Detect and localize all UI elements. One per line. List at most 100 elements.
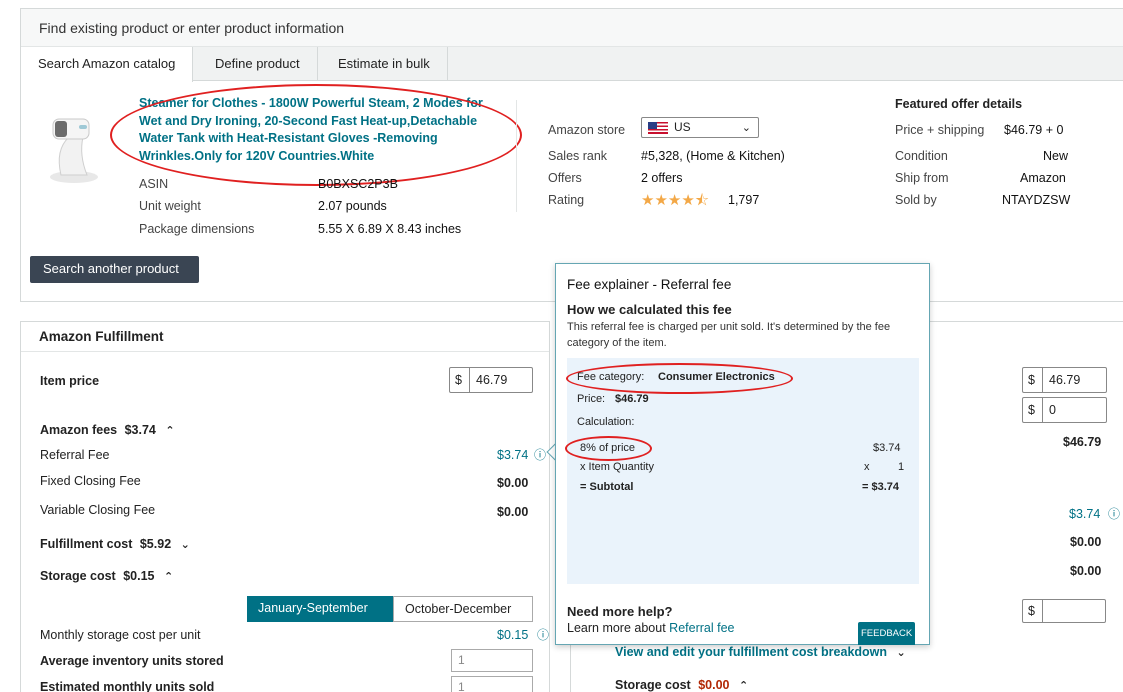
condition-label: Condition [895, 149, 948, 163]
right-shipping-input[interactable]: $ 0 [1022, 397, 1107, 423]
avg-inventory-input[interactable]: 1 [451, 649, 533, 672]
unit-weight-value: 2.07 pounds [318, 199, 387, 213]
est-monthly-units-input[interactable]: 1 [451, 676, 533, 692]
sales-rank-label: Sales rank [548, 149, 608, 163]
currency-prefix: $ [1023, 398, 1043, 422]
product-title-link[interactable]: Steamer for Clothes - 1800W Powerful Ste… [139, 95, 484, 165]
price-value: $46.79 [615, 393, 649, 405]
est-monthly-units-label: Estimated monthly units sold [40, 680, 215, 692]
right-price-input[interactable]: $ 46.79 [1022, 367, 1107, 393]
store-select[interactable]: US ⌄ [641, 117, 759, 138]
right-referral-value: $3.74 [1069, 507, 1101, 521]
package-dims-label: Package dimensions [139, 222, 255, 236]
featured-offer-heading: Featured offer details [895, 97, 1023, 111]
right-cost-input[interactable]: $ [1022, 599, 1106, 623]
monthly-storage-value: $0.15 [497, 628, 529, 642]
tab-bar: Search Amazon catalog Define product Est… [21, 47, 1123, 82]
tab-estimate-bulk[interactable]: Estimate in bulk [321, 47, 448, 81]
divider [516, 100, 517, 212]
variable-closing-fee-label: Variable Closing Fee [40, 503, 156, 517]
rating-count: 1,797 [728, 193, 760, 207]
right-shipping-value: 0 [1049, 403, 1056, 417]
fixed-closing-fee-value: $0.00 [497, 476, 529, 490]
amazon-fees-label[interactable]: Amazon fees $3.74 ⌃ [40, 423, 175, 437]
info-icon[interactable]: ⓘ [534, 446, 546, 463]
feedback-button[interactable]: FEEDBACK [858, 622, 915, 645]
star-half-icon: ⯪ [694, 192, 710, 209]
calculation-label: Calculation: [577, 416, 635, 428]
price-shipping-label: Price + shipping [895, 123, 985, 137]
amazon-store-label: Amazon store [548, 123, 626, 137]
ship-from-value: Amazon [1020, 171, 1066, 185]
popover-subtitle: How we calculated this fee [567, 302, 732, 317]
help-title: Need more help? [567, 604, 673, 619]
referral-fee-help-link[interactable]: Referral fee [669, 621, 734, 635]
subtotal-label: = Subtotal [580, 481, 634, 493]
sold-by-label: Sold by [895, 193, 937, 207]
currency-prefix: $ [450, 368, 470, 392]
right-fixed-value: $0.00 [1070, 535, 1102, 549]
storage-cost-value: $0.15 [123, 569, 155, 583]
right-price-value: 46.79 [1049, 373, 1081, 387]
amazon-fees-text: Amazon fees [40, 423, 118, 437]
fixed-closing-fee-label: Fixed Closing Fee [40, 474, 141, 488]
popover-description: This referral fee is charged per unit so… [567, 321, 891, 349]
unit-weight-label: Unit weight [139, 199, 201, 213]
item-price-label: Item price [40, 374, 100, 388]
fulfillment-heading: Amazon Fulfillment [21, 322, 549, 352]
storage-cost-toggle[interactable]: Storage cost $0.15 ⌃ [40, 569, 173, 583]
sold-by-value: NTAYDZSW [1002, 193, 1071, 207]
star-icon: ★ [667, 192, 682, 209]
popover-title: Fee explainer - Referral fee [567, 277, 732, 292]
currency-prefix: $ [1023, 368, 1043, 392]
condition-value: New [1043, 149, 1069, 163]
chevron-up-icon: ⌃ [738, 680, 749, 692]
view-edit-breakdown-link[interactable]: View and edit your fulfillment cost brea… [615, 645, 906, 659]
star-icon: ★ [681, 192, 695, 209]
right-storage-label: Storage cost [615, 678, 691, 692]
panel-title: Find existing product or enter product i… [21, 9, 1123, 47]
right-variable-value: $0.00 [1070, 564, 1102, 578]
season-jan-sep-button[interactable]: January-September [247, 596, 393, 622]
star-icon: ★ [654, 192, 668, 209]
info-icon[interactable]: ⓘ [1108, 505, 1120, 522]
chevron-down-icon: ⌄ [896, 647, 906, 659]
sales-rank-value: #5,328, (Home & Kitchen) [641, 149, 785, 163]
item-price-input[interactable]: $ 46.79 [449, 367, 533, 393]
chevron-down-icon: ⌄ [180, 539, 190, 551]
referral-fee-value: $3.74 [497, 448, 529, 462]
chevron-up-icon: ⌃ [165, 425, 175, 437]
fulfillment-cost-toggle[interactable]: Fulfillment cost $5.92 ⌄ [40, 537, 190, 551]
product-image [39, 105, 109, 185]
referral-fee-label: Referral Fee [40, 448, 110, 462]
calculation-box: Fee category: Consumer Electronics Price… [567, 358, 919, 584]
store-select-value: US [674, 120, 691, 134]
package-dims-value: 5.55 X 6.89 X 8.43 inches [318, 222, 462, 236]
rating-stars: ★★★★⯪ [641, 190, 709, 215]
tab-define-product[interactable]: Define product [198, 47, 318, 81]
season-oct-dec-button[interactable]: October-December [393, 596, 533, 622]
fee-explainer-popover: Fee explainer - Referral fee How we calc… [555, 263, 930, 645]
currency-prefix: $ [1023, 600, 1043, 622]
quantity-operator: x [864, 461, 870, 473]
chevron-up-icon: ⌃ [163, 571, 174, 583]
storage-cost-label: Storage cost [40, 569, 116, 583]
item-price-value: 46.79 [476, 373, 508, 387]
offers-value: 2 offers [641, 171, 683, 185]
us-flag-icon [648, 122, 668, 134]
fee-category-value: Consumer Electronics [658, 371, 775, 383]
right-storage-toggle[interactable]: Storage cost $0.00 ⌃ [615, 678, 748, 692]
monthly-storage-label: Monthly storage cost per unit [40, 628, 201, 642]
avg-inventory-label: Average inventory units stored [40, 654, 224, 668]
right-total: $46.79 [1063, 435, 1102, 449]
search-another-button[interactable]: Search another product [30, 256, 199, 283]
amazon-fees-value: $3.74 [124, 423, 156, 437]
ship-from-label: Ship from [895, 171, 949, 185]
fulfillment-cost-value: $5.92 [139, 537, 172, 551]
view-edit-text: View and edit your fulfillment cost brea… [615, 645, 888, 659]
subtotal-value: = $3.74 [862, 481, 900, 493]
fulfillment-cost-label: Fulfillment cost [40, 537, 133, 551]
percent-of-price-label: 8% of price [580, 442, 636, 454]
tab-search-catalog[interactable]: Search Amazon catalog [21, 47, 194, 82]
info-icon[interactable]: ⓘ [537, 626, 549, 643]
